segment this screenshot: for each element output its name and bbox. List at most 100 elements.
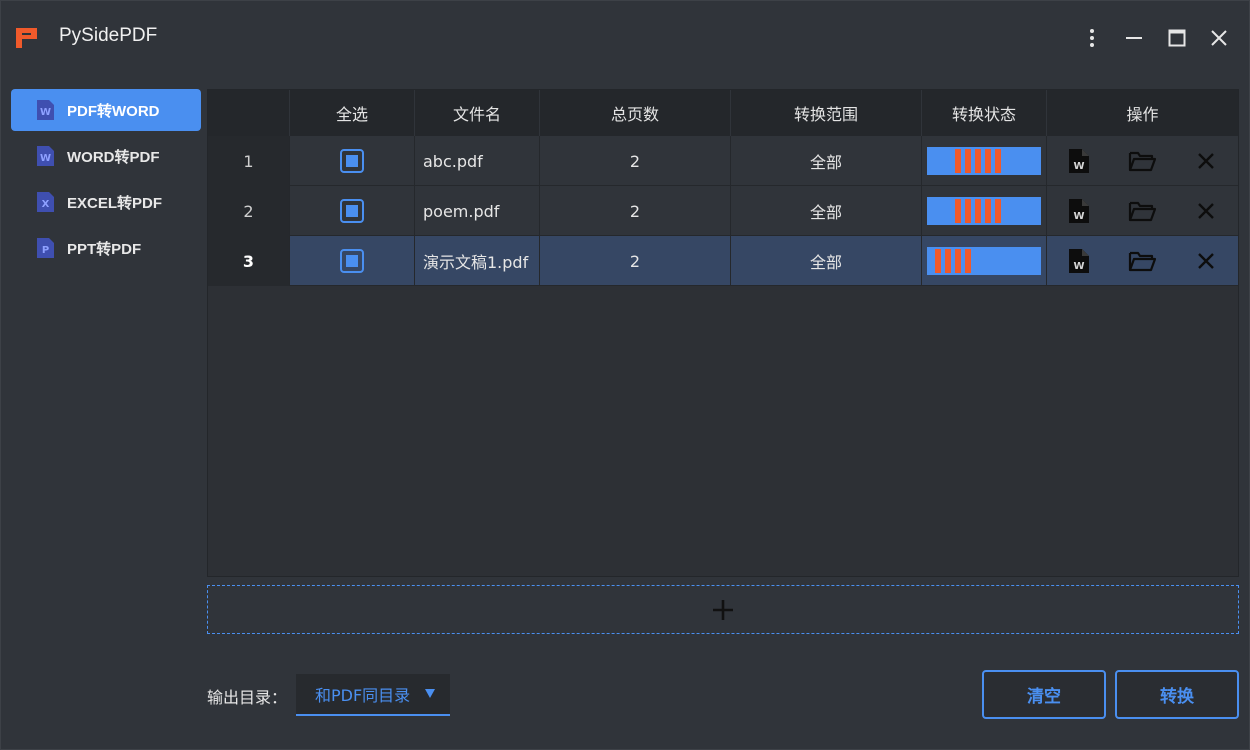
close-window-button[interactable] [1202, 21, 1236, 55]
close-icon [1211, 30, 1227, 46]
row-convert-range[interactable]: 全部 [731, 236, 922, 286]
sidebar-item-label: EXCEL转PDF [67, 194, 163, 212]
progress-stripe [965, 149, 971, 173]
row-checkbox[interactable] [340, 249, 364, 273]
conversion-progress-bar [927, 247, 1041, 275]
row-checkbox-cell [290, 236, 415, 286]
table-row[interactable]: 1 abc.pdf 2 全部 W [208, 136, 1238, 186]
svg-text:X: X [42, 199, 50, 210]
word-file-icon: W [1068, 149, 1089, 173]
row-filename: 演示文稿1.pdf [415, 236, 540, 286]
row-number: 3 [208, 236, 290, 286]
progress-stripe [985, 149, 991, 173]
header-total-pages[interactable]: 总页数 [540, 90, 731, 136]
convert-button[interactable]: 转换 [1115, 670, 1239, 719]
sidebar: W PDF转WORD W WORD转PDF X EXCEL转PDF P PPT转… [11, 89, 201, 273]
open-folder-button[interactable] [1126, 195, 1158, 227]
header-filename[interactable]: 文件名 [415, 90, 540, 136]
open-word-button[interactable]: W [1063, 145, 1095, 177]
table-body: 1 abc.pdf 2 全部 W 2 poem.pdf 2 全部 W 3 演示文… [208, 136, 1238, 286]
row-total-pages: 2 [540, 236, 731, 286]
header-select-all[interactable]: 全选 [290, 90, 415, 136]
progress-stripe [935, 249, 941, 273]
row-status-cell [922, 136, 1047, 186]
progress-fill [927, 147, 1001, 175]
remove-row-button[interactable] [1190, 245, 1222, 277]
svg-text:W: W [40, 153, 51, 164]
sidebar-item-pdf-to-word[interactable]: W PDF转WORD [11, 89, 201, 131]
word-doc-icon: W [35, 145, 55, 167]
progress-stripe [955, 149, 961, 173]
clear-button[interactable]: 清空 [982, 670, 1106, 719]
word-file-icon: W [1068, 199, 1089, 223]
row-convert-range[interactable]: 全部 [731, 186, 922, 236]
more-vertical-icon [1090, 29, 1094, 47]
sidebar-item-label: PPT转PDF [67, 240, 142, 258]
table-row[interactable]: 2 poem.pdf 2 全部 W [208, 186, 1238, 236]
word-doc-icon: W [35, 99, 55, 121]
folder-open-icon [1129, 251, 1157, 272]
svg-text:W: W [1073, 261, 1084, 272]
ppt-doc-icon: P [35, 237, 55, 259]
header-convert-status[interactable]: 转换状态 [922, 90, 1047, 136]
plus-icon [713, 599, 733, 620]
sidebar-item-label: PDF转WORD [67, 102, 160, 120]
row-checkbox-cell [290, 186, 415, 236]
maximize-button[interactable] [1160, 21, 1194, 55]
folder-open-icon [1129, 151, 1157, 172]
maximize-icon [1168, 29, 1186, 47]
row-actions: W [1047, 136, 1238, 186]
row-filename: poem.pdf [415, 186, 540, 236]
more-menu-button[interactable] [1075, 21, 1109, 55]
word-file-icon: W [1068, 249, 1089, 273]
table-row-selected[interactable]: 3 演示文稿1.pdf 2 全部 W [208, 236, 1238, 286]
progress-fill [927, 197, 1001, 225]
minimize-icon [1126, 37, 1142, 39]
minimize-button[interactable] [1117, 21, 1151, 55]
header-convert-range[interactable]: 转换范围 [731, 90, 922, 136]
progress-stripe [995, 149, 1001, 173]
svg-text:P: P [42, 245, 49, 256]
row-checkbox-cell [290, 136, 415, 186]
sidebar-item-ppt-to-pdf[interactable]: P PPT转PDF [11, 227, 201, 269]
close-icon [1198, 253, 1214, 269]
row-status-cell [922, 186, 1047, 236]
row-total-pages: 2 [540, 186, 731, 236]
progress-stripe [975, 149, 981, 173]
app-title: PySidePDF [59, 25, 158, 46]
output-dir-select[interactable]: 和PDF同目录 [296, 674, 450, 716]
open-folder-button[interactable] [1126, 245, 1158, 277]
sidebar-item-word-to-pdf[interactable]: W WORD转PDF [11, 135, 201, 177]
progress-stripe [965, 199, 971, 223]
row-checkbox[interactable] [340, 149, 364, 173]
row-filename: abc.pdf [415, 136, 540, 186]
svg-text:W: W [40, 107, 51, 118]
checkbox-checked-mark [346, 155, 358, 167]
header-rownum [208, 90, 290, 136]
sidebar-item-label: WORD转PDF [67, 148, 160, 166]
row-number: 1 [208, 136, 290, 186]
remove-row-button[interactable] [1190, 195, 1222, 227]
conversion-progress-bar [927, 197, 1041, 225]
progress-stripe [945, 249, 951, 273]
row-checkbox[interactable] [340, 199, 364, 223]
output-dir-label: 输出目录： [207, 688, 288, 707]
folder-open-icon [1129, 201, 1157, 222]
app-window: PySidePDF W PDF转WORD W WORD转PDF X EXCEL转… [0, 0, 1250, 750]
progress-stripe [995, 199, 1001, 223]
remove-row-button[interactable] [1190, 145, 1222, 177]
add-files-button[interactable] [207, 585, 1239, 634]
row-convert-range[interactable]: 全部 [731, 136, 922, 186]
close-icon [1198, 203, 1214, 219]
sidebar-item-excel-to-pdf[interactable]: X EXCEL转PDF [11, 181, 201, 223]
open-word-button[interactable]: W [1063, 195, 1095, 227]
progress-stripe [965, 249, 971, 273]
caret-down-icon [425, 689, 435, 698]
progress-stripe [975, 199, 981, 223]
svg-text:W: W [1073, 211, 1084, 222]
open-folder-button[interactable] [1126, 145, 1158, 177]
output-dir-value: 和PDF同目录 [315, 686, 411, 705]
row-number: 2 [208, 186, 290, 236]
open-word-button[interactable]: W [1063, 245, 1095, 277]
progress-stripe [955, 249, 961, 273]
